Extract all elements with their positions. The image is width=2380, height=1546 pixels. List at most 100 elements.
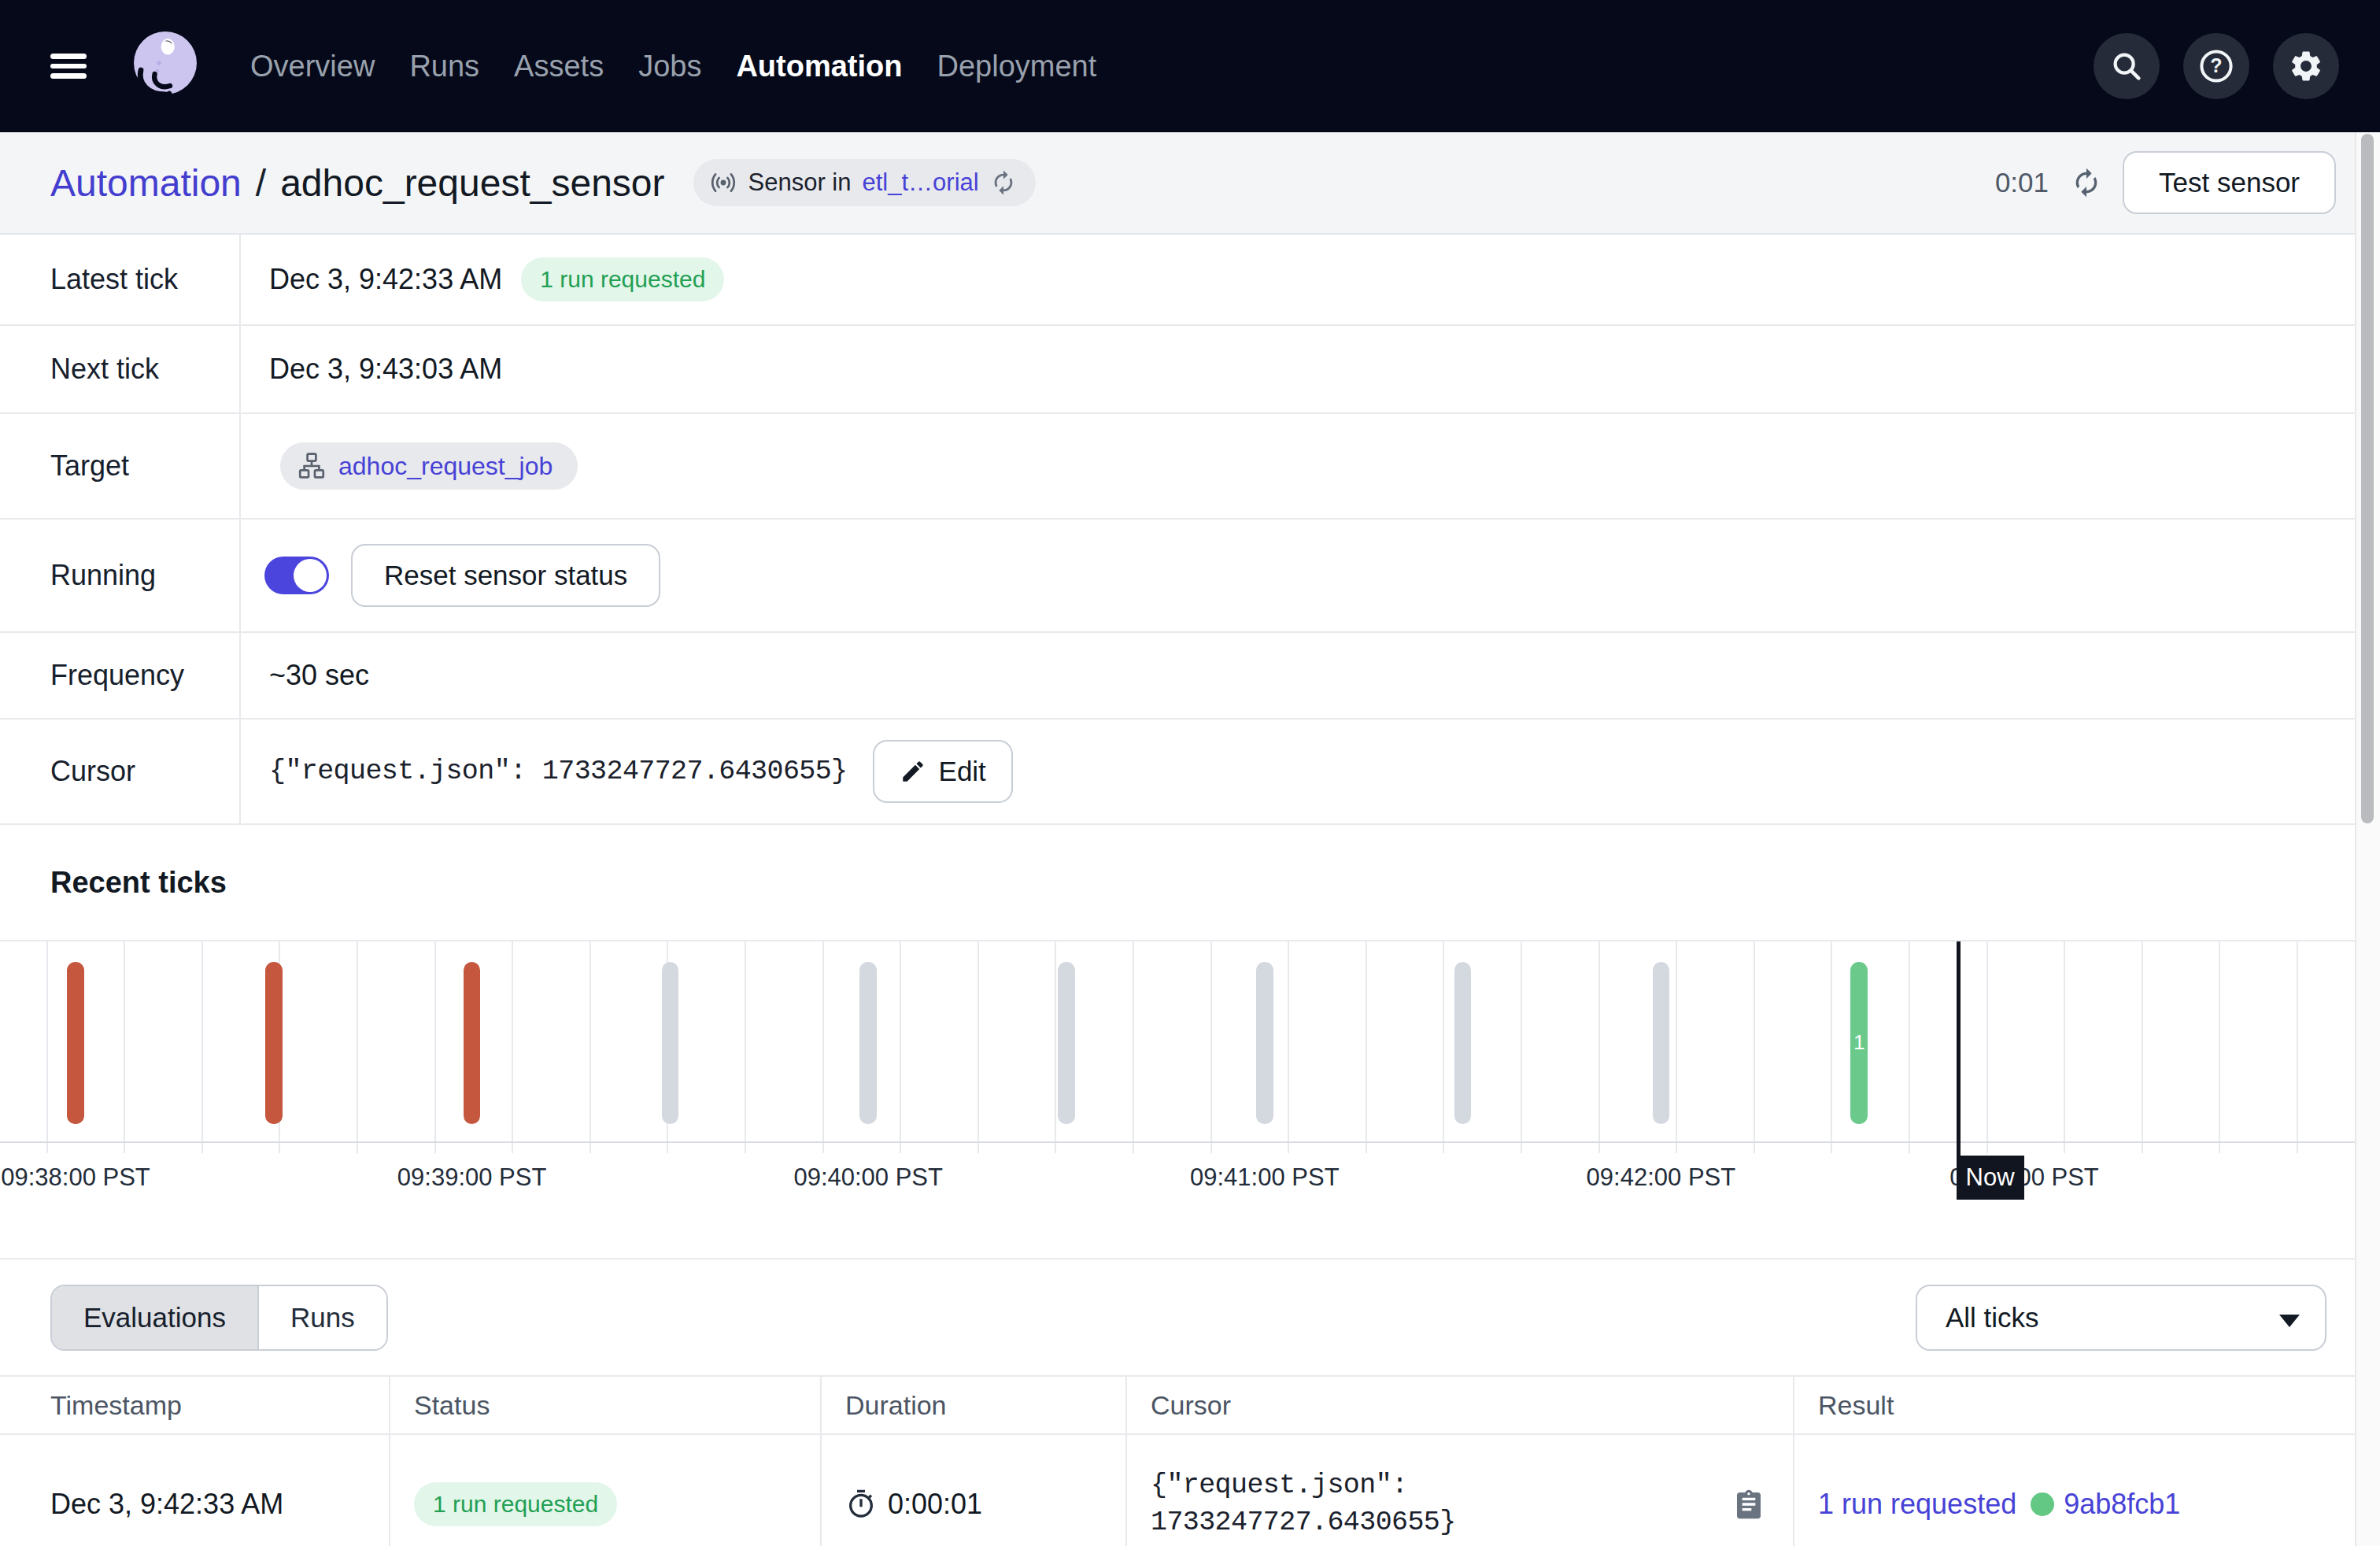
nav-item-deployment[interactable]: Deployment [920,50,1114,83]
help-button[interactable]: ? [2183,33,2249,99]
chart-gridline [1055,941,1056,1153]
tick-bar-skipped[interactable] [859,962,877,1125]
search-icon [2108,48,2145,84]
countdown-timer: 0:01 [1995,167,2049,198]
dagster-logo-icon[interactable] [124,27,203,105]
tick-bar-skipped[interactable] [1454,962,1472,1125]
scrollbar[interactable] [2355,132,2380,1546]
tick-bar-failure[interactable] [67,962,84,1125]
view-tabs: EvaluationsRuns [50,1285,388,1351]
now-badge: Now [1957,1156,2024,1200]
chart-gridline [201,941,203,1153]
detail-value: Reset sensor status [241,520,2380,631]
job-link[interactable]: adhoc_request_job [338,452,552,481]
tab-evaluations[interactable]: Evaluations [52,1286,259,1349]
chart-gridline [1986,941,1988,1153]
detail-label: Cursor [0,719,241,823]
nav-item-jobs[interactable]: Jobs [621,50,719,83]
chart-gridline [1754,941,1755,1153]
sensor-location-badge: Sensor in etl_t…orial [693,159,1036,206]
detail-row-frequency: Frequency~30 sec [0,633,2380,719]
settings-button[interactable] [2273,33,2339,99]
chart-gridline [1366,941,1367,1153]
nav-item-assets[interactable]: Assets [497,50,621,83]
tick-bar-skipped[interactable] [1058,962,1075,1125]
chart-gridline [978,941,979,1153]
axis-tick-label: 09:38:00 PST [1,1163,150,1192]
cell-status: 1 run requested [389,1435,820,1546]
recent-ticks-section: Recent ticks 1 09:38:00 PST 09:39:00 PST 09… [0,825,2380,1258]
breadcrumb-separator: / [256,161,266,205]
cell-duration: 0:00:01 [820,1435,1125,1546]
cell-timestamp: Dec 3, 9:42:33 AM [0,1435,389,1546]
detail-row-running: Running Reset sensor status [0,520,2380,633]
chart-gridline [1210,941,1212,1153]
chart-axis-line [0,1141,2380,1143]
chart-gridline [589,941,591,1153]
run-id-link[interactable]: 9ab8fcb1 [2064,1488,2180,1521]
sensor-badge-prefix: Sensor in [748,168,852,197]
tick-filter-select[interactable]: All ticks [1916,1285,2326,1351]
code-location-link[interactable]: etl_t…orial [862,168,978,197]
tick-filter-value: All ticks [1946,1302,2039,1333]
nav-links: OverviewRunsAssetsJobsAutomationDeployme… [233,50,1114,83]
axis-tick-label: 09:41:00 PST [1190,1163,1340,1192]
svg-text:?: ? [2210,54,2222,76]
target-job-pill[interactable]: adhoc_request_job [280,442,578,490]
menu-icon[interactable] [50,54,87,79]
duration-value: 0:00:01 [888,1488,982,1521]
help-icon: ? [2197,47,2235,85]
tick-status-badge: 1 run requested [521,257,724,301]
chart-gridline [46,941,48,1153]
tick-bar-success[interactable]: 1 [1850,962,1868,1125]
reset-sensor-status-button[interactable]: Reset sensor status [351,544,660,607]
scrollbar-thumb[interactable] [2361,134,2374,823]
copy-icon[interactable] [1733,1489,1765,1520]
tick-bar-failure[interactable] [265,962,283,1125]
detail-row-next-tick: Next tickDec 3, 9:43:03 AM [0,326,2380,414]
chart-gridline [1909,941,1910,1153]
result-runs-link[interactable]: 1 run requested [1818,1488,2016,1521]
chart-gridline [1598,941,1600,1153]
refresh-icon[interactable] [2071,167,2102,198]
tick-bar-skipped[interactable] [1653,962,1670,1125]
breadcrumb-automation[interactable]: Automation [50,161,242,205]
edit-cursor-button[interactable]: Edit [873,740,1013,803]
column-header-timestamp: Timestamp [0,1377,389,1433]
chart-gridline [1521,941,1522,1153]
column-header-duration: Duration [820,1377,1125,1433]
detail-value: ~30 sec [241,633,2380,718]
tick-bar-failure[interactable] [464,962,481,1125]
axis-tick-label: 09:39:00 PST [397,1163,547,1192]
ticks-timeline-chart[interactable]: 109:38:00 PST09:39:00 PST09:40:00 PST09:… [0,940,2380,1258]
running-toggle[interactable] [264,557,329,594]
sensor-details: Latest tickDec 3, 9:42:33 AM1 run reques… [0,235,2380,825]
cell-cursor: {"request.json": 1733247727.6430655} [1125,1435,1793,1546]
chart-gridline [357,941,358,1153]
test-sensor-button[interactable]: Test sensor [2123,151,2336,214]
chart-gridline [512,941,513,1153]
detail-label: Running [0,520,241,631]
detail-value-text: Dec 3, 9:42:33 AM [269,263,502,296]
search-button[interactable] [2094,33,2160,99]
gear-icon [2288,48,2324,84]
tick-bar-skipped[interactable] [1256,962,1273,1125]
recent-ticks-title: Recent ticks [0,825,2380,940]
chart-gridline [900,941,901,1153]
tick-bar-skipped[interactable] [662,962,679,1125]
top-nav: OverviewRunsAssetsJobsAutomationDeployme… [0,0,2380,132]
page-title: adhoc_request_sensor [280,161,664,205]
nav-item-runs[interactable]: Runs [392,50,497,83]
axis-tick-label: 09:42:00 PST [1587,1163,1736,1192]
detail-row-target: Targetadhoc_request_job [0,414,2380,520]
table-header-row: TimestampStatusDurationCursorResult [0,1377,2380,1435]
reload-icon[interactable] [990,169,1017,196]
chart-gridline [745,941,746,1153]
detail-value: Dec 3, 9:42:33 AM 1 run requested [241,235,2380,324]
caret-down-icon [2279,1315,2300,1327]
detail-value: adhoc_request_job [241,414,2380,518]
nav-item-automation[interactable]: Automation [719,50,919,83]
tab-runs[interactable]: Runs [259,1286,386,1349]
detail-value-text: Dec 3, 9:43:03 AM [269,353,502,386]
nav-item-overview[interactable]: Overview [233,50,392,83]
